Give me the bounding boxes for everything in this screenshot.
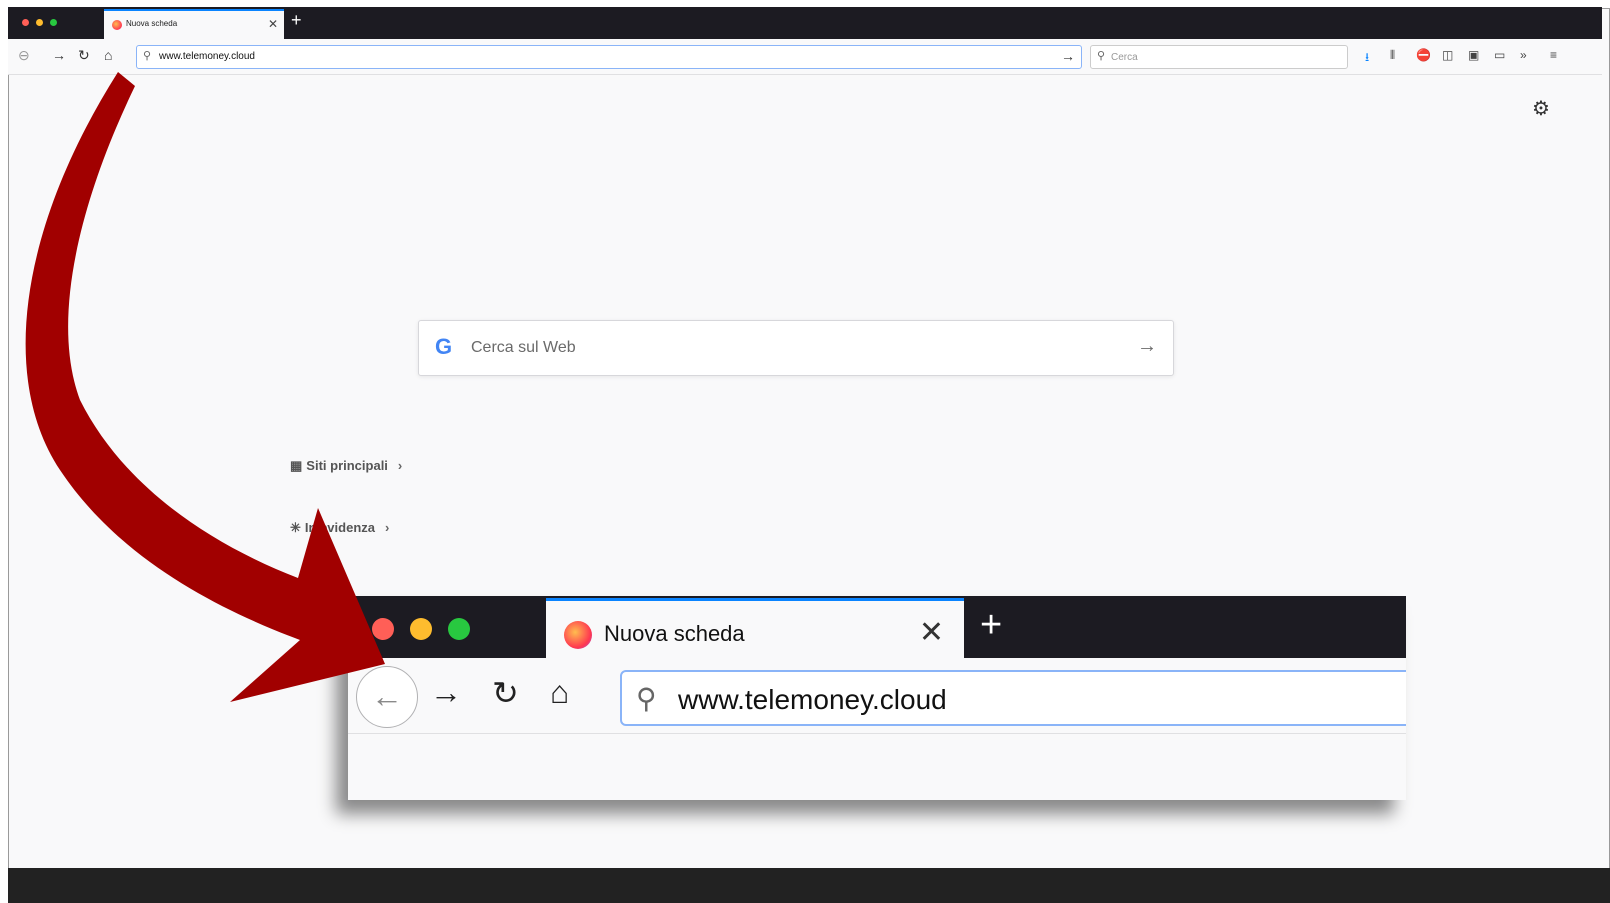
red-arrow-annotation [25,72,386,702]
red-arrow-shape [25,72,386,702]
bottom-edge [8,868,1610,903]
